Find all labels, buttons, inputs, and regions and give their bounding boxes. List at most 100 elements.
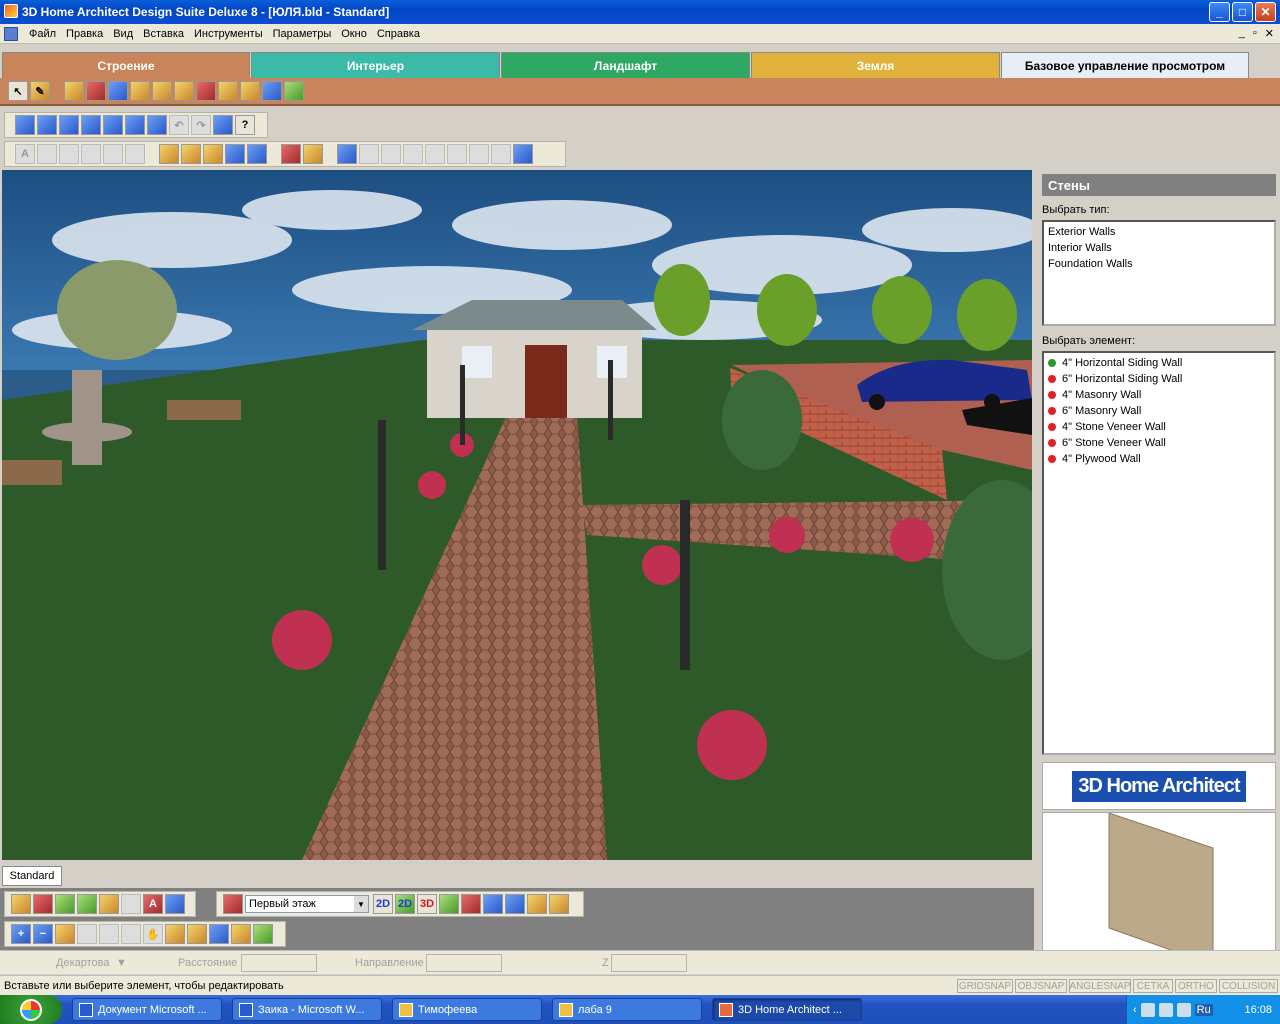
tab-interior[interactable]: Интерьер bbox=[251, 52, 500, 78]
move-view-icon[interactable] bbox=[231, 924, 251, 944]
mdi-restore-icon[interactable]: ▫ bbox=[1253, 27, 1257, 40]
zoom-previous-icon[interactable] bbox=[77, 924, 97, 944]
tray-expand-icon[interactable]: ‹ bbox=[1133, 1004, 1137, 1016]
type-item[interactable]: Exterior Walls bbox=[1048, 224, 1270, 240]
layers-icon[interactable] bbox=[303, 144, 323, 164]
save-as-icon[interactable] bbox=[81, 115, 101, 135]
pan-hand-icon[interactable]: ✋ bbox=[143, 924, 163, 944]
minimize-button[interactable]: _ bbox=[1209, 2, 1230, 22]
menu-file[interactable]: Файл bbox=[24, 28, 61, 40]
print-icon[interactable] bbox=[213, 115, 233, 135]
door-tool-icon[interactable] bbox=[86, 81, 106, 101]
box-left-icon[interactable] bbox=[203, 144, 223, 164]
copy-icon[interactable] bbox=[103, 115, 123, 135]
box-group-icon[interactable] bbox=[247, 144, 267, 164]
3d-viewport[interactable] bbox=[2, 170, 1032, 860]
look-icon[interactable] bbox=[187, 924, 207, 944]
language-indicator[interactable]: Ru bbox=[1194, 1003, 1213, 1016]
connect-icon[interactable] bbox=[337, 144, 357, 164]
help-icon[interactable]: ? bbox=[235, 115, 255, 135]
snap-gridsnap[interactable]: GRIDSNAP bbox=[957, 979, 1013, 993]
move-tool-icon[interactable] bbox=[59, 144, 79, 164]
element-item[interactable]: 4" Stone Veneer Wall bbox=[1048, 419, 1270, 435]
roof-tool-icon[interactable] bbox=[196, 81, 216, 101]
catalog-icon[interactable] bbox=[11, 894, 31, 914]
snap-ortho[interactable]: ORTHO bbox=[1175, 979, 1217, 993]
paste-icon[interactable] bbox=[125, 115, 145, 135]
zoom-fit-icon[interactable] bbox=[99, 924, 119, 944]
transform-icon[interactable] bbox=[359, 144, 379, 164]
align-tool-icon[interactable] bbox=[81, 144, 101, 164]
eye-icon[interactable] bbox=[483, 894, 503, 914]
house-icon[interactable] bbox=[33, 894, 53, 914]
text-tool-icon[interactable]: A bbox=[15, 144, 35, 164]
dimension-tool-icon[interactable] bbox=[284, 81, 304, 101]
snapshot-icon[interactable] bbox=[505, 894, 525, 914]
tab-view-control[interactable]: Базовое управление просмотром bbox=[1001, 52, 1249, 78]
direction-field[interactable] bbox=[426, 954, 502, 972]
save-icon[interactable] bbox=[59, 115, 79, 135]
element-item[interactable]: 4" Plywood Wall bbox=[1048, 451, 1270, 467]
railing-tool-icon[interactable] bbox=[218, 81, 238, 101]
taskbar-item-folder-laba9[interactable]: лаба 9 bbox=[552, 998, 702, 1021]
type-item[interactable]: Interior Walls bbox=[1048, 240, 1270, 256]
text-icon[interactable]: A bbox=[143, 894, 163, 914]
cabinet-tool-icon[interactable] bbox=[152, 81, 172, 101]
element-item[interactable]: 4" Horizontal Siding Wall bbox=[1048, 355, 1270, 371]
tab-terrain[interactable]: Земля bbox=[751, 52, 1000, 78]
mirror-tool-icon[interactable] bbox=[103, 144, 123, 164]
tab-landscape[interactable]: Ландшафт bbox=[501, 52, 750, 78]
document-icon[interactable] bbox=[4, 26, 18, 41]
box-back-icon[interactable] bbox=[181, 144, 201, 164]
join-icon[interactable] bbox=[425, 144, 445, 164]
menu-help[interactable]: Справка bbox=[372, 28, 425, 40]
split-icon[interactable] bbox=[403, 144, 423, 164]
zoom-window-icon[interactable] bbox=[55, 924, 75, 944]
element-item[interactable]: 4" Masonry Wall bbox=[1048, 387, 1270, 403]
maximize-button[interactable]: □ bbox=[1232, 2, 1253, 22]
menu-insert[interactable]: Вставка bbox=[138, 28, 189, 40]
rotate-tool-icon[interactable] bbox=[125, 144, 145, 164]
trim-icon[interactable] bbox=[469, 144, 489, 164]
orbit-icon[interactable] bbox=[165, 924, 185, 944]
menu-tools[interactable]: Инструменты bbox=[189, 28, 268, 40]
reshape-icon[interactable] bbox=[381, 144, 401, 164]
render-icon[interactable] bbox=[527, 894, 547, 914]
window-tool-icon[interactable] bbox=[108, 81, 128, 101]
break-icon[interactable] bbox=[447, 144, 467, 164]
view-3d-button[interactable]: 3D bbox=[417, 894, 437, 914]
fly-icon[interactable] bbox=[209, 924, 229, 944]
taskbar-item-word-zaika[interactable]: Заика - Microsoft W... bbox=[232, 998, 382, 1021]
menu-view[interactable]: Вид bbox=[108, 28, 138, 40]
cut-icon[interactable] bbox=[147, 115, 167, 135]
snap-objsnap[interactable]: OBJSNAP bbox=[1015, 979, 1067, 993]
menu-window[interactable]: Окно bbox=[336, 28, 372, 40]
terrain-icon[interactable] bbox=[99, 894, 119, 914]
snap-collision[interactable]: COLLISION bbox=[1219, 979, 1278, 993]
plan-2d-alt-button[interactable]: 2D bbox=[395, 894, 415, 914]
taskbar-item-word-doc[interactable]: Документ Microsoft ... bbox=[72, 998, 222, 1021]
menu-options[interactable]: Параметры bbox=[268, 28, 337, 40]
element-item[interactable]: 6" Stone Veneer Wall bbox=[1048, 435, 1270, 451]
zoom-all-icon[interactable] bbox=[121, 924, 141, 944]
measure-icon[interactable] bbox=[165, 894, 185, 914]
z-field[interactable] bbox=[611, 954, 687, 972]
mdi-minimize-icon[interactable]: _ bbox=[1239, 27, 1245, 40]
close-button[interactable]: ✕ bbox=[1255, 2, 1276, 22]
volume-icon[interactable] bbox=[1140, 1002, 1155, 1017]
extend-icon[interactable] bbox=[491, 144, 511, 164]
plan-2d-button[interactable]: 2D bbox=[373, 894, 393, 914]
snap-anglesnap[interactable]: ANGLESNAP bbox=[1069, 979, 1131, 993]
taskbar-item-folder-timofeeva[interactable]: Тимофеева bbox=[392, 998, 542, 1021]
walk-icon[interactable] bbox=[461, 894, 481, 914]
network-icon[interactable] bbox=[1158, 1002, 1173, 1017]
floor-tool-icon[interactable] bbox=[130, 81, 150, 101]
box-front-icon[interactable] bbox=[159, 144, 179, 164]
snap-grid[interactable]: СЕТКА bbox=[1133, 979, 1173, 993]
folder-icon[interactable] bbox=[549, 894, 569, 914]
speaker-icon[interactable] bbox=[1176, 1002, 1191, 1017]
element-item[interactable]: 6" Masonry Wall bbox=[1048, 403, 1270, 419]
floor-icon[interactable] bbox=[223, 894, 243, 914]
grid-icon[interactable] bbox=[55, 894, 75, 914]
coord-mode-chevron-icon[interactable]: ▼ bbox=[116, 957, 127, 969]
